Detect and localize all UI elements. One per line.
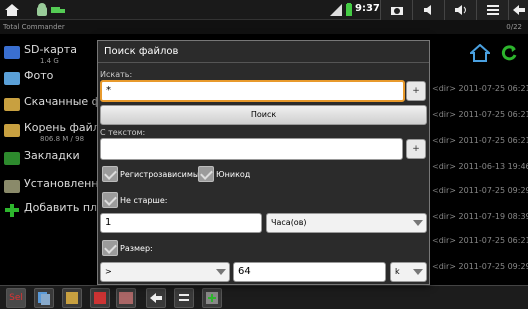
home-folder-icon[interactable] bbox=[470, 44, 490, 62]
volume-down-icon bbox=[424, 5, 431, 15]
menu-icon bbox=[487, 5, 499, 15]
search-input-value: * bbox=[106, 85, 111, 96]
age-unit-value: Часа(ов) bbox=[271, 218, 307, 227]
menu-button[interactable] bbox=[476, 0, 508, 20]
size-operator-select[interactable]: > bbox=[100, 262, 230, 282]
size-value: 64 bbox=[238, 266, 251, 277]
list-item-downloads[interactable]: Скачанные фай bbox=[0, 92, 115, 120]
back-icon bbox=[513, 5, 525, 15]
edit-icon bbox=[119, 292, 133, 304]
edit-button[interactable] bbox=[116, 288, 136, 308]
menu-icon bbox=[179, 294, 189, 301]
search-input[interactable]: * bbox=[100, 80, 405, 102]
text-label: С текстом: bbox=[100, 128, 146, 137]
search-dialog: Поиск файлов Искать: * + Поиск С текстом… bbox=[97, 40, 430, 285]
copy-button[interactable] bbox=[34, 288, 54, 308]
unicode-label: Юникод bbox=[216, 170, 251, 179]
plus-label: + bbox=[412, 144, 420, 154]
case-sensitive-label: Регистрозависимый bbox=[120, 170, 205, 179]
delete-icon bbox=[94, 292, 106, 304]
list-item-label: Закладки bbox=[24, 149, 80, 162]
size-operator-value: > bbox=[105, 267, 112, 276]
search-label: Искать: bbox=[100, 70, 133, 79]
dir-entry: <dir> 2011-07-25 06:21 bbox=[432, 110, 528, 119]
search-plus-button[interactable]: + bbox=[406, 81, 426, 101]
dir-entry: <dir> 2011-06-13 19:46 bbox=[432, 162, 528, 171]
folder-icon bbox=[4, 124, 20, 137]
select-label: Sel bbox=[9, 293, 23, 303]
unicode-checkbox[interactable] bbox=[198, 166, 214, 182]
age-value: 1 bbox=[105, 217, 112, 228]
dir-entry: <dir> 2011-07-19 08:39 bbox=[432, 212, 528, 221]
add-button[interactable] bbox=[202, 288, 222, 308]
search-button-label: Поиск bbox=[250, 110, 277, 119]
app-title-bar: Total Commander 0/22 bbox=[0, 20, 528, 34]
volume-down-button[interactable] bbox=[412, 0, 444, 20]
list-item-size: 1.4 G bbox=[40, 57, 59, 65]
list-item-root[interactable]: Корень файлов 806.8 M / 98 bbox=[0, 118, 113, 146]
copy-icon bbox=[38, 292, 50, 305]
apps-icon bbox=[4, 180, 20, 193]
plus-icon bbox=[5, 204, 19, 217]
truck-icon bbox=[51, 7, 65, 13]
back-arrow-button[interactable] bbox=[146, 288, 166, 308]
plus-label: + bbox=[412, 86, 420, 96]
not-older-label: Не старше: bbox=[120, 196, 168, 205]
list-item-bookmarks[interactable]: Закладки bbox=[0, 146, 105, 174]
size-unit-select[interactable]: k bbox=[390, 262, 427, 282]
sd-card-icon bbox=[4, 46, 20, 59]
dir-entry: <dir> 2011-07-25 06:21 bbox=[432, 236, 528, 245]
size-checkbox[interactable] bbox=[102, 240, 118, 256]
camera-button[interactable] bbox=[380, 0, 412, 20]
home-icon[interactable] bbox=[4, 2, 20, 18]
list-item-label: Фото bbox=[24, 69, 54, 82]
folder-icon bbox=[4, 98, 20, 111]
select-button[interactable]: Sel bbox=[6, 288, 26, 308]
back-button[interactable] bbox=[508, 0, 528, 20]
size-input[interactable]: 64 bbox=[233, 262, 386, 282]
dir-entry: <dir> 2011-07-25 09:29 bbox=[432, 186, 528, 195]
camera-icon bbox=[391, 7, 403, 15]
add-icon bbox=[206, 292, 218, 304]
bookmark-icon bbox=[4, 152, 20, 165]
chevron-down-icon bbox=[413, 220, 423, 226]
delete-button[interactable] bbox=[90, 288, 110, 308]
selection-count: 0/22 bbox=[506, 23, 522, 31]
chevron-down-icon bbox=[413, 269, 423, 275]
text-plus-button[interactable]: + bbox=[406, 139, 426, 159]
size-unit-value: k bbox=[395, 267, 400, 276]
volume-up-button[interactable] bbox=[444, 0, 476, 20]
status-bar: 9:37 bbox=[0, 0, 528, 20]
age-unit-select[interactable]: Часа(ов) bbox=[266, 213, 427, 233]
not-older-checkbox[interactable] bbox=[102, 192, 118, 208]
android-icon bbox=[37, 3, 47, 16]
refresh-icon[interactable] bbox=[500, 44, 518, 62]
app-title: Total Commander bbox=[3, 23, 65, 31]
list-item-size: 806.8 M / 98 bbox=[40, 135, 85, 143]
case-sensitive-checkbox[interactable] bbox=[102, 166, 118, 182]
search-button[interactable]: Поиск bbox=[100, 105, 427, 125]
chevron-down-icon bbox=[216, 269, 226, 275]
back-arrow-icon bbox=[150, 293, 162, 303]
dialog-title: Поиск файлов bbox=[98, 41, 429, 63]
size-label: Размер: bbox=[120, 244, 153, 253]
age-input[interactable]: 1 bbox=[100, 213, 262, 233]
bottom-toolbar: Sel bbox=[0, 285, 528, 309]
list-item-photo[interactable]: Фото bbox=[0, 66, 105, 94]
list-menu-button[interactable] bbox=[174, 288, 194, 308]
list-item-label: SD-карта bbox=[24, 43, 77, 56]
dir-entry: <dir> 2011-07-25 06:21 bbox=[432, 84, 528, 93]
clock: 9:37 bbox=[355, 3, 380, 14]
photo-icon bbox=[4, 72, 20, 85]
list-item-add-plugin[interactable]: Добавить плаг bbox=[0, 198, 110, 226]
text-input[interactable] bbox=[100, 138, 403, 160]
zip-button[interactable] bbox=[62, 288, 82, 308]
volume-up-icon bbox=[455, 5, 466, 15]
dir-entry: <dir> 2011-07-25 06:21 bbox=[432, 136, 528, 145]
zip-icon bbox=[66, 292, 78, 304]
list-item-sd-card[interactable]: SD-карта 1.4 G bbox=[0, 40, 105, 68]
dir-entry: <dir> 2011-07-25 09:29 bbox=[432, 262, 528, 271]
